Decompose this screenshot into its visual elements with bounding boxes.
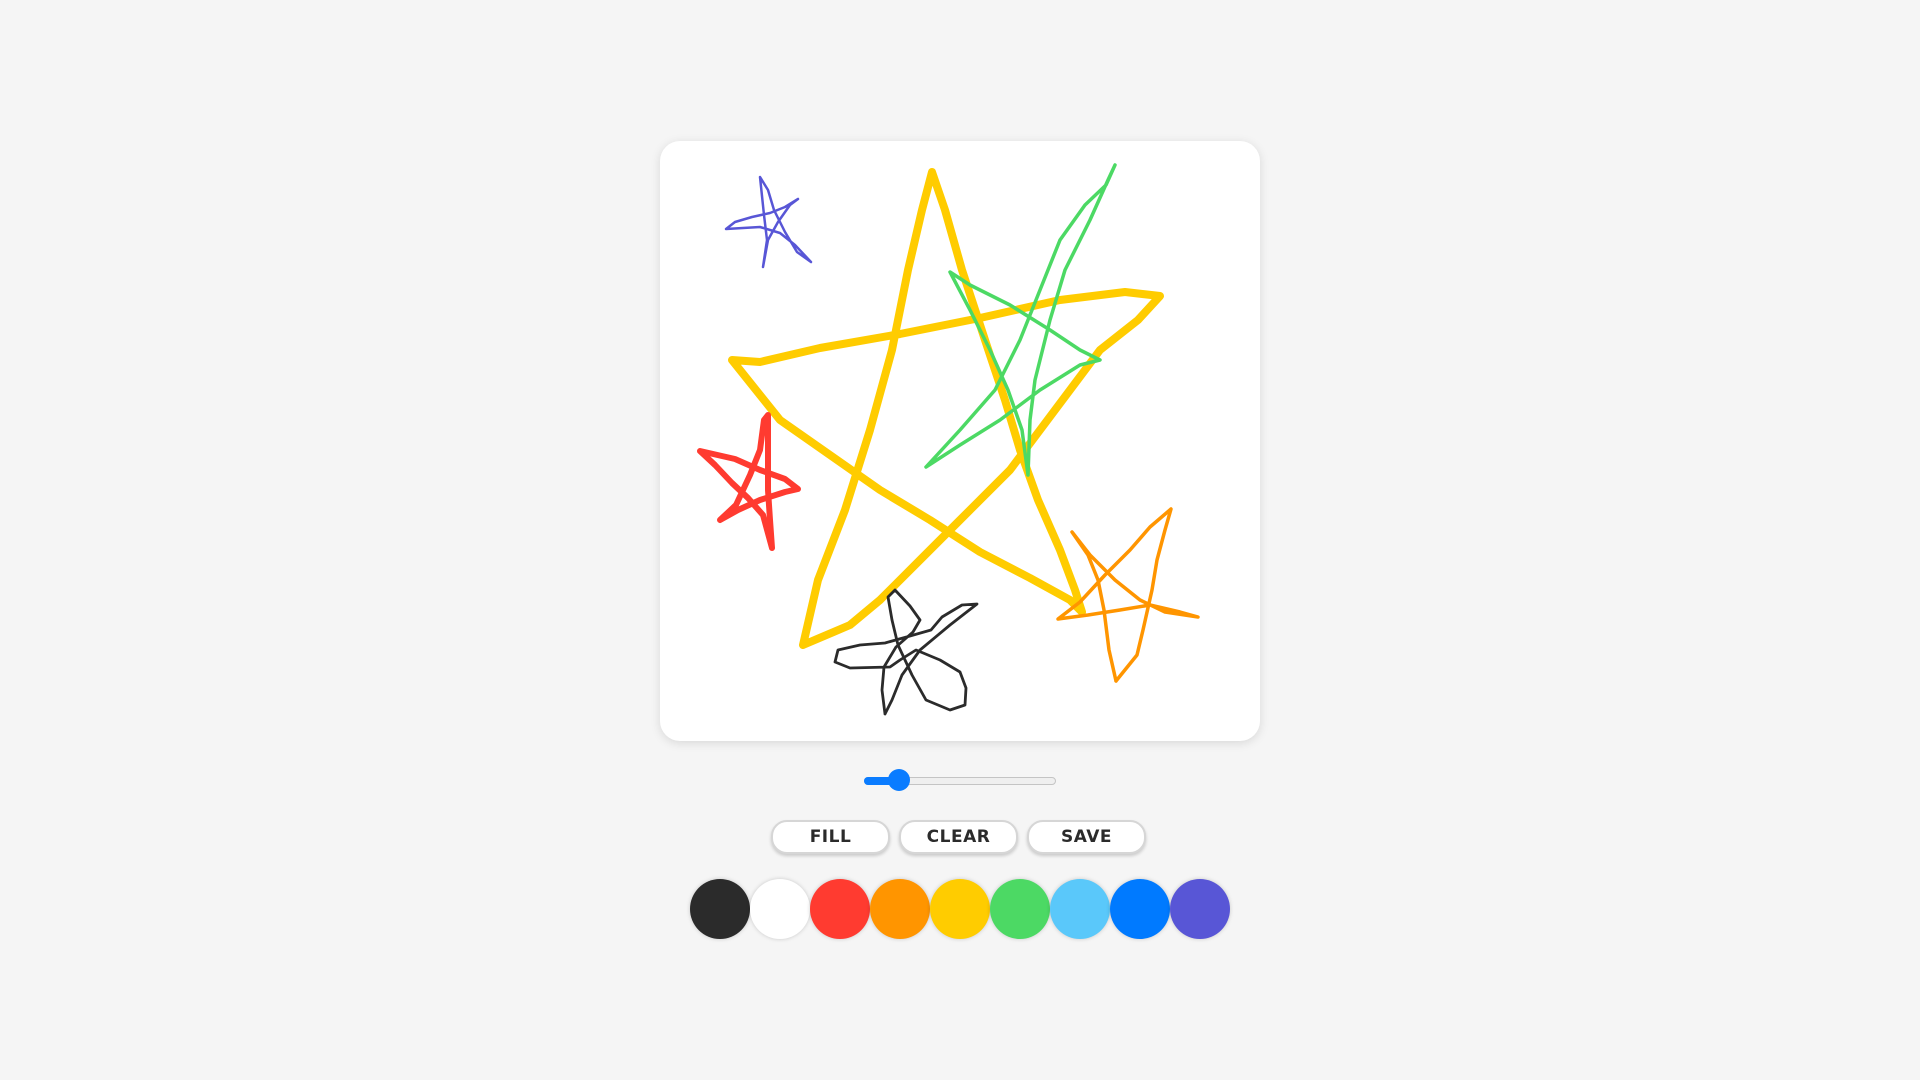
fill-button[interactable]: FILL [771, 820, 890, 854]
slider-thumb[interactable] [888, 769, 910, 791]
color-swatch-orange[interactable] [870, 879, 930, 939]
brush-size-slider[interactable] [864, 769, 1056, 791]
action-buttons: FILL CLEAR SAVE [771, 820, 1146, 854]
color-swatch-blue[interactable] [1110, 879, 1170, 939]
clear-button[interactable]: CLEAR [899, 820, 1018, 854]
color-swatch-light-blue[interactable] [1050, 879, 1110, 939]
black-flower-stroke [833, 588, 979, 716]
color-swatch-green[interactable] [990, 879, 1050, 939]
color-swatch-yellow[interactable] [930, 879, 990, 939]
color-swatch-white[interactable] [750, 879, 810, 939]
color-swatch-black[interactable] [690, 879, 750, 939]
drawing-canvas[interactable] [660, 141, 1260, 741]
drawing-app: FILL CLEAR SAVE [0, 0, 1920, 1080]
red-star-stroke [697, 412, 801, 551]
purple-star-stroke [724, 175, 813, 269]
save-button[interactable]: SAVE [1027, 820, 1146, 854]
color-palette [690, 879, 1230, 939]
color-swatch-purple[interactable] [1170, 879, 1230, 939]
drawing-surface[interactable] [660, 141, 1260, 741]
color-swatch-red[interactable] [810, 879, 870, 939]
